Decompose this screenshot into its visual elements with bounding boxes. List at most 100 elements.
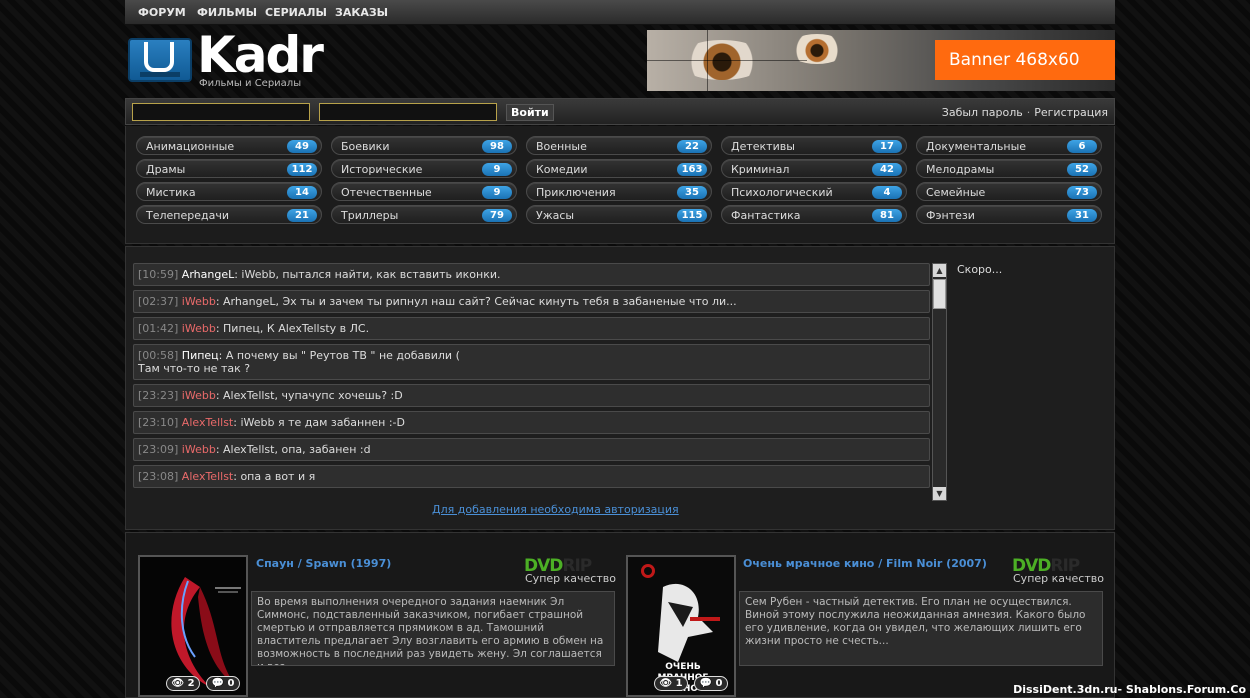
message-user[interactable]: Пипец — [182, 349, 219, 362]
message-time: [10:59] — [138, 268, 179, 281]
category-name: Фэнтези — [926, 209, 975, 222]
message-time: [23:10] — [138, 416, 179, 429]
message-user[interactable]: iWebb — [182, 389, 216, 402]
category-item[interactable]: Криминал 42 — [721, 159, 907, 178]
genre-categories: Анимационные 49 Боевики 98 Военные 22 Детектив… — [125, 126, 1115, 244]
category-count-badge: 31 — [1067, 209, 1097, 222]
chat-message: [23:10] AlexTellst: iWebb я те дам забан… — [133, 411, 930, 434]
category-item[interactable]: Военные 22 — [526, 136, 712, 155]
category-count-badge: 49 — [287, 140, 317, 153]
category-item[interactable]: Детективы 17 — [721, 136, 907, 155]
password-input[interactable] — [319, 103, 497, 121]
category-name: Отечественные — [341, 186, 432, 199]
movie-title[interactable]: Спаун / Spawn (1997) — [256, 557, 391, 570]
nav-serials[interactable]: СЕРИАЛЫ — [265, 6, 327, 19]
page-wrapper: ФОРУМ ФИЛЬМЫ СЕРИАЛЫ ЗАКАЗЫ Kadr Фильмы … — [125, 0, 1115, 698]
account-links: Забыл пароль · Регистрация — [941, 106, 1108, 119]
category-item[interactable]: Триллеры 79 — [331, 205, 517, 224]
category-name: Военные — [536, 140, 587, 153]
category-name: Фантастика — [731, 209, 801, 222]
banner-label: Banner 468x60 — [935, 40, 1115, 80]
movie-description: Сем Рубен - частный детектив. Его план н… — [739, 591, 1103, 666]
message-text: : ArhangeL, Эх ты и зачем ты рипнул наш … — [215, 295, 737, 308]
category-count-badge: 112 — [287, 163, 317, 176]
quality-label: Супер качество — [1013, 572, 1104, 585]
movie-title[interactable]: Очень мрачное кино / Film Noir (2007) — [743, 557, 987, 570]
message-user[interactable]: AlexTellst — [182, 416, 233, 429]
category-count-badge: 9 — [482, 163, 512, 176]
movie-description: Во время выполнения очередного задания н… — [251, 591, 615, 666]
category-item[interactable]: Документальные 6 — [916, 136, 1102, 155]
category-count-badge: 98 — [482, 140, 512, 153]
auth-link[interactable]: Для добавления необходима авторизация — [432, 503, 679, 516]
category-item[interactable]: Мелодрамы 52 — [916, 159, 1102, 178]
category-item[interactable]: Боевики 98 — [331, 136, 517, 155]
category-count-badge: 6 — [1067, 140, 1097, 153]
chat-message: [10:59] ArhangeL: iWebb, пытался найти, … — [133, 263, 930, 286]
message-user[interactable]: iWebb — [182, 322, 216, 335]
side-text: Скоро... — [957, 263, 1003, 276]
category-item[interactable]: Психологический 4 — [721, 182, 907, 201]
scroll-thumb[interactable] — [933, 279, 946, 309]
category-count-badge: 115 — [677, 209, 707, 222]
login-button[interactable]: Войти — [506, 104, 554, 121]
message-time: [23:08] — [138, 470, 179, 483]
nav-films[interactable]: ФИЛЬМЫ — [197, 6, 257, 19]
nav-orders[interactable]: ЗАКАЗЫ — [335, 6, 388, 19]
chat-scrollbar[interactable]: ▲ ▼ — [932, 263, 947, 501]
message-user[interactable]: iWebb — [182, 295, 216, 308]
message-text: : Пипец, К AlexTellsty в ЛС. — [215, 322, 370, 335]
logo-tv-icon[interactable] — [128, 38, 192, 82]
message-user[interactable]: AlexTellst — [182, 470, 233, 483]
login-input[interactable] — [132, 103, 310, 121]
movie-poster[interactable]: 👁 2 💬 0 — [138, 555, 248, 697]
movie-poster[interactable]: ОЧЕНЬ МРАЧНОЕ КИНО 👁 1 💬 0 — [626, 555, 736, 697]
category-item[interactable]: Фэнтези 31 — [916, 205, 1102, 224]
category-item[interactable]: Анимационные 49 — [136, 136, 322, 155]
message-user[interactable]: ArhangeL — [182, 268, 234, 281]
logo-text[interactable]: Kadr — [197, 26, 324, 84]
scroll-down-icon[interactable]: ▼ — [933, 487, 946, 500]
category-name: Анимационные — [146, 140, 235, 153]
category-name: Психологический — [731, 186, 833, 199]
category-name: Документальные — [926, 140, 1027, 153]
category-item[interactable]: Приключения 35 — [526, 182, 712, 201]
ad-banner[interactable]: Banner 468x60 — [647, 30, 1115, 91]
logo-v-mark — [144, 42, 174, 72]
category-item[interactable]: Отечественные 9 — [331, 182, 517, 201]
category-name: Телепередачи — [146, 209, 229, 222]
message-text: : iWebb, пытался найти, как вставить ико… — [234, 268, 501, 281]
category-item[interactable]: Семейные 73 — [916, 182, 1102, 201]
category-item[interactable]: Исторические 9 — [331, 159, 517, 178]
register-link[interactable]: Регистрация — [1034, 106, 1108, 119]
message-user[interactable]: iWebb — [182, 443, 216, 456]
category-item[interactable]: Комедии 163 — [526, 159, 712, 178]
svg-text:ОЧЕНЬ: ОЧЕНЬ — [665, 662, 701, 672]
category-name: Драмы — [146, 163, 186, 176]
category-item[interactable]: Фантастика 81 — [721, 205, 907, 224]
category-count-badge: 52 — [1067, 163, 1097, 176]
message-text: : AlexTellst, опа, забанен :d — [215, 443, 371, 456]
category-count-badge: 42 — [872, 163, 902, 176]
category-count-badge: 79 — [482, 209, 512, 222]
login-bar: Войти Забыл пароль · Регистрация — [125, 98, 1115, 125]
category-count-badge: 81 — [872, 209, 902, 222]
forgot-password-link[interactable]: Забыл пароль — [942, 106, 1023, 119]
scroll-up-icon[interactable]: ▲ — [933, 264, 946, 277]
category-name: Боевики — [341, 140, 390, 153]
views-badge: 👁 1 — [654, 676, 688, 691]
category-item[interactable]: Телепередачи 21 — [136, 205, 322, 224]
category-count-badge: 21 — [287, 209, 317, 222]
category-name: Мелодрамы — [926, 163, 995, 176]
nav-forum[interactable]: ФОРУМ — [138, 6, 186, 19]
category-item[interactable]: Ужасы 115 — [526, 205, 712, 224]
message-time: [23:23] — [138, 389, 179, 402]
category-count-badge: 14 — [287, 186, 317, 199]
category-name: Криминал — [731, 163, 790, 176]
category-item[interactable]: Мистика 14 — [136, 182, 322, 201]
message-text: : опа а вот и я — [233, 470, 316, 483]
category-item[interactable]: Драмы 112 — [136, 159, 322, 178]
chat-message: [00:58] Пипец: А почему вы " Реутов ТВ "… — [133, 344, 930, 380]
views-badge: 👁 2 — [166, 676, 200, 691]
message-time: [02:37] — [138, 295, 179, 308]
